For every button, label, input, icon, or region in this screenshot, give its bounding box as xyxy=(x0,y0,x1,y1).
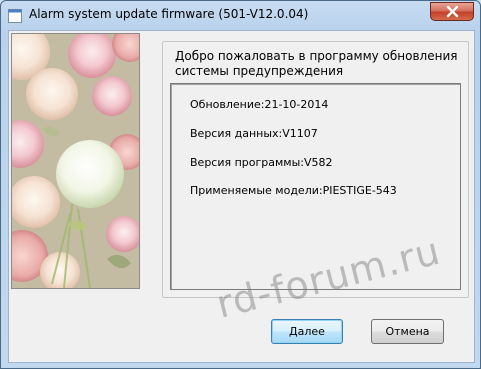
installer-window: Alarm system update firmware (501-V12.0.… xyxy=(0,0,481,369)
close-icon xyxy=(446,6,459,18)
next-button[interactable]: Далее xyxy=(271,319,343,344)
welcome-text: Добро пожаловать в программу обновления … xyxy=(175,49,458,78)
app-icon xyxy=(8,8,22,23)
window-title: Alarm system update firmware (501-V12.0.… xyxy=(29,7,309,21)
title-bar[interactable]: Alarm system update firmware (501-V12.0.… xyxy=(1,1,480,29)
supported-models-label: Применяемые модели:PIESTIGE-543 xyxy=(190,184,397,197)
close-button[interactable] xyxy=(430,2,474,21)
dialog-client-area: Добро пожаловать в программу обновления … xyxy=(8,30,475,363)
update-date-label: Обновление:21-10-2014 xyxy=(190,98,329,111)
data-version-label: Версия данных:V1107 xyxy=(190,127,318,140)
flowers-image xyxy=(11,33,140,289)
program-version-label: Версия программы:V582 xyxy=(190,156,333,169)
cancel-button[interactable]: Отмена xyxy=(371,319,444,344)
